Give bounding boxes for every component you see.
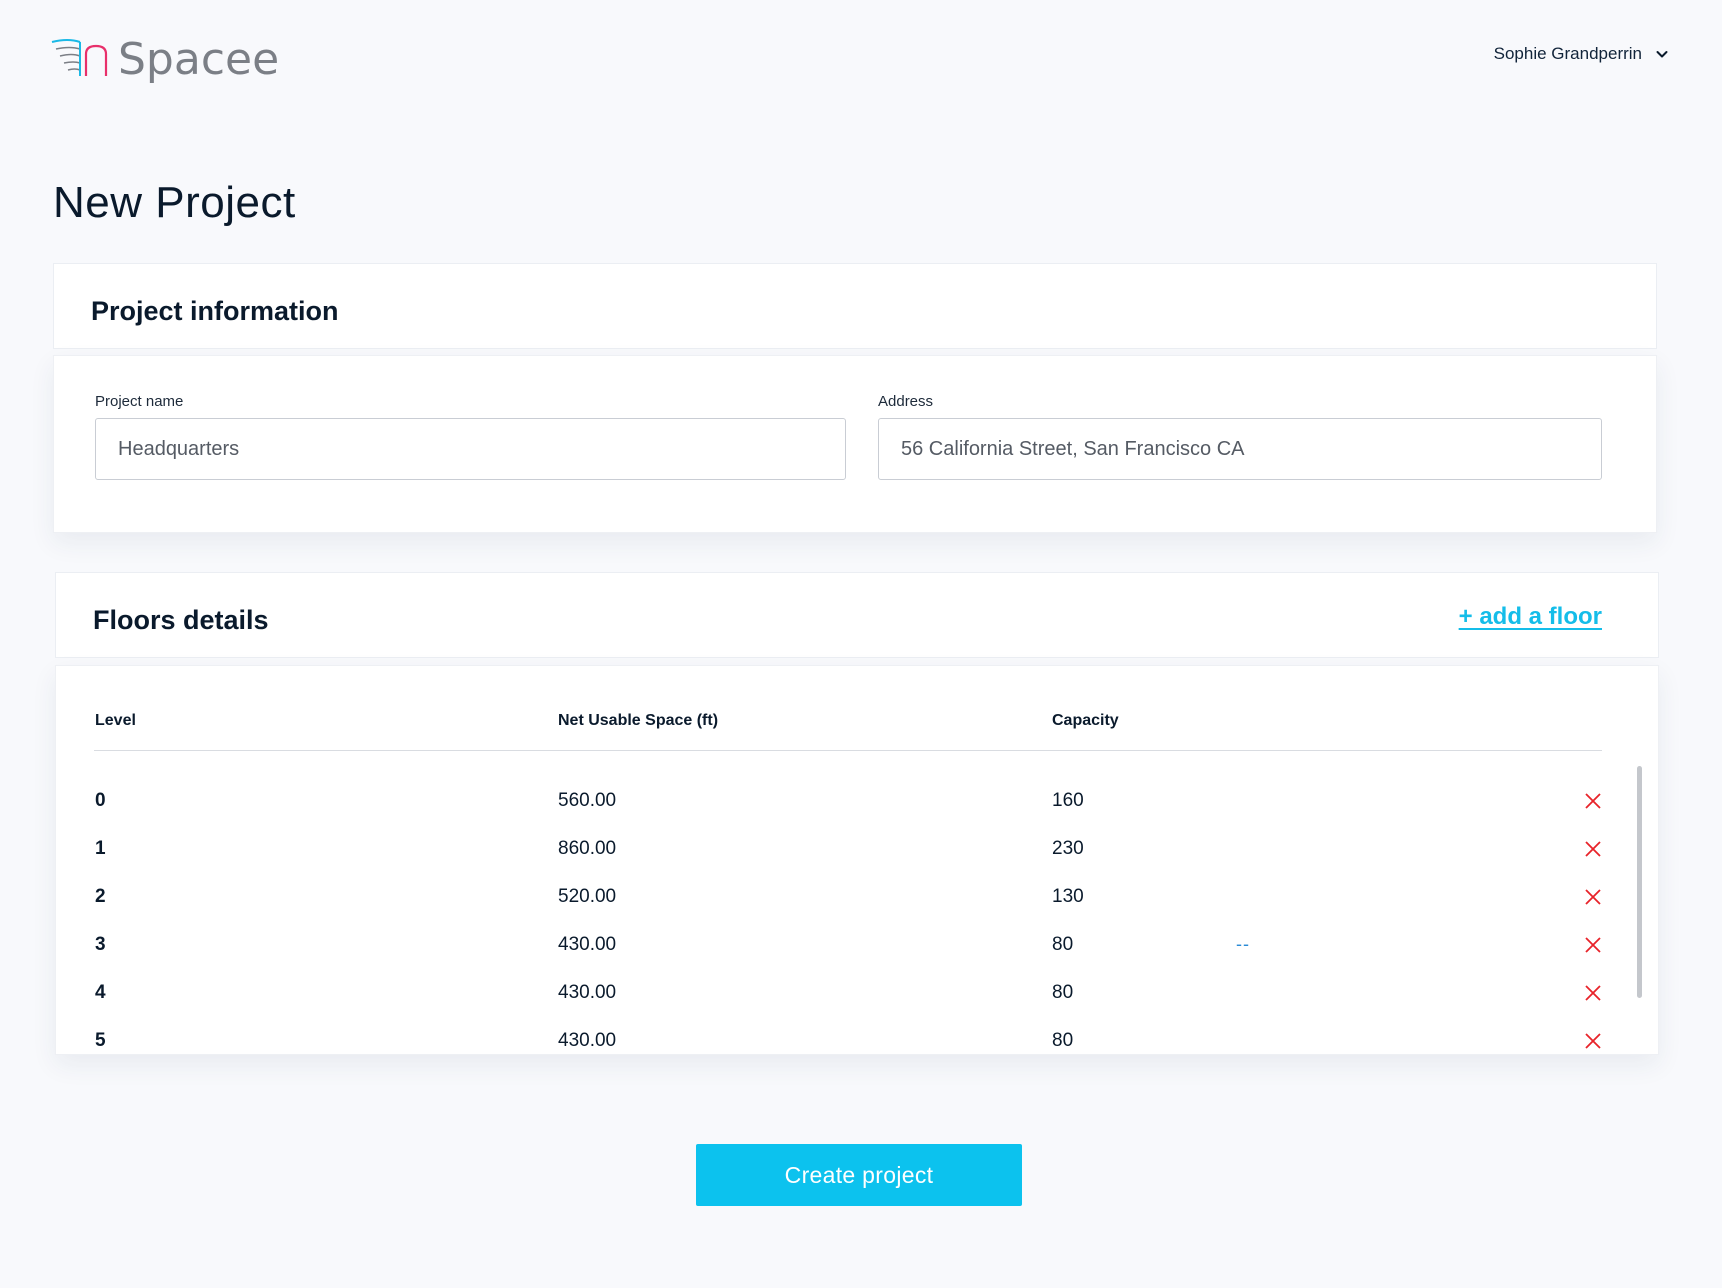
level-cell: 3 <box>95 934 106 955</box>
level-cell: 5 <box>95 1030 106 1051</box>
capacity-cell[interactable]: 80 <box>1052 982 1073 1004</box>
capacity-cell[interactable]: 230 <box>1052 838 1084 860</box>
delete-row-icon[interactable] <box>1584 887 1602 907</box>
space-cell[interactable]: 860.00 <box>558 838 616 860</box>
level-cell: 2 <box>95 886 106 907</box>
space-cell[interactable]: 520.00 <box>558 886 616 908</box>
delete-row-icon[interactable] <box>1584 983 1602 1003</box>
table-scrollbar[interactable] <box>1637 766 1642 998</box>
project-info-form: Project name Address <box>53 355 1657 533</box>
delete-row-icon[interactable] <box>1584 935 1602 955</box>
user-name: Sophie Grandperrin <box>1493 44 1642 63</box>
table-row[interactable]: 2 520.00 130 <box>56 886 1658 916</box>
capacity-cell[interactable]: 160 <box>1052 790 1084 812</box>
level-cell: 4 <box>95 982 106 1003</box>
capacity-cell[interactable]: 80 <box>1052 1030 1073 1052</box>
floors-header: Floors details + add a floor <box>55 572 1659 658</box>
capacity-cell[interactable]: 130 <box>1052 886 1084 908</box>
table-header-divider <box>94 750 1602 751</box>
space-cell[interactable]: 430.00 <box>558 1030 616 1052</box>
table-row[interactable]: 4 430.00 80 <box>56 982 1658 1012</box>
floors-heading: Floors details <box>93 605 269 635</box>
table-row[interactable]: 3 430.00 80 <box>56 934 1658 964</box>
project-info-header: Project information <box>53 263 1657 349</box>
space-cell[interactable]: 430.00 <box>558 982 616 1004</box>
user-menu[interactable]: Sophie Grandperrin <box>1494 44 1670 64</box>
level-cell: 1 <box>95 838 106 859</box>
capacity-cell[interactable]: 80 <box>1052 934 1073 956</box>
project-info-heading: Project information <box>91 296 339 326</box>
table-row[interactable]: 0 560.00 160 <box>56 790 1658 820</box>
brand-logo[interactable]: Spacee <box>50 36 279 84</box>
space-cell[interactable]: 430.00 <box>558 934 616 956</box>
table-row[interactable]: 5 430.00 80 <box>56 1030 1658 1054</box>
floors-table: Level Net Usable Space (ft) Capacity 0 5… <box>55 665 1659 1055</box>
level-cell: 0 <box>95 790 106 811</box>
project-name-input[interactable] <box>95 418 846 480</box>
wind-lines-logo-icon <box>51 39 108 76</box>
page-title: New Project <box>53 178 296 227</box>
create-project-button[interactable]: Create project <box>696 1144 1022 1206</box>
brand-name: Spacee <box>118 34 280 85</box>
delete-row-icon[interactable] <box>1584 791 1602 811</box>
column-header-capacity[interactable]: Capacity <box>1052 712 1119 730</box>
table-row[interactable]: 1 860.00 230 <box>56 838 1658 868</box>
dash-mark: -- <box>1236 934 1250 954</box>
column-header-level[interactable]: Level <box>95 712 136 730</box>
address-input[interactable] <box>878 418 1602 480</box>
delete-row-icon[interactable] <box>1584 839 1602 859</box>
space-cell[interactable]: 560.00 <box>558 790 616 812</box>
column-header-space[interactable]: Net Usable Space (ft) <box>558 712 718 730</box>
chevron-down-icon <box>1656 51 1668 58</box>
project-name-label: Project name <box>95 393 184 410</box>
delete-row-icon[interactable] <box>1584 1031 1602 1051</box>
add-floor-link[interactable]: + add a floor <box>1459 603 1602 631</box>
address-label: Address <box>878 393 934 410</box>
